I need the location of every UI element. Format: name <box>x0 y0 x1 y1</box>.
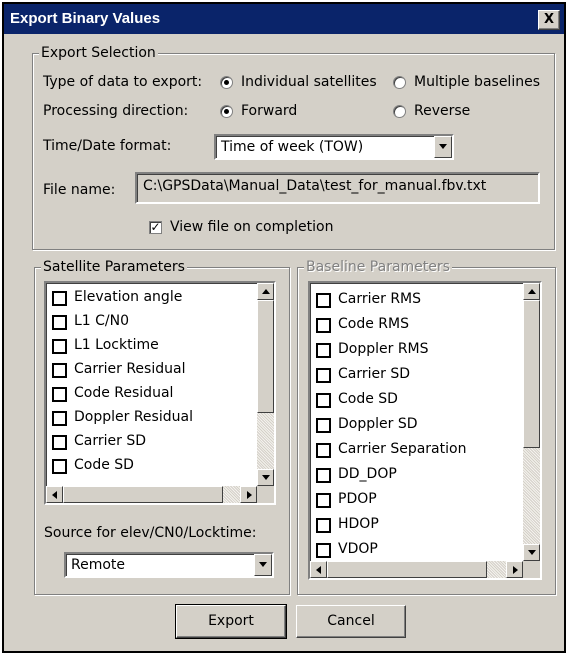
time-format-label: Time/Date format: <box>43 138 172 154</box>
radio-forward[interactable] <box>220 105 233 118</box>
file-name-label: File name: <box>43 182 116 198</box>
file-name-field[interactable]: C:\GPSData\Manual_Data\test_for_manual.f… <box>135 172 540 204</box>
scroll-right-icon[interactable] <box>240 486 257 503</box>
checkbox[interactable] <box>316 393 331 408</box>
radio-individual-satellites[interactable] <box>220 76 233 89</box>
checkbox[interactable] <box>316 443 331 458</box>
checkbox[interactable] <box>316 293 331 308</box>
scroll-down-icon[interactable] <box>523 544 540 561</box>
h-scroll-thumb[interactable] <box>327 561 487 578</box>
checkbox[interactable] <box>52 411 67 426</box>
checkbox[interactable] <box>52 339 67 354</box>
checkbox[interactable] <box>316 543 331 558</box>
checkbox[interactable] <box>316 343 331 358</box>
time-format-value: Time of week (TOW) <box>221 139 364 155</box>
close-button[interactable]: X <box>538 10 560 30</box>
satellite-parameters-legend: Satellite Parameters <box>41 259 187 275</box>
baseline-parameters-list[interactable]: Carrier RMS Code RMS Doppler RMS Carrier… <box>308 281 542 580</box>
view-file-label[interactable]: View file on completion <box>170 219 333 235</box>
close-icon: X <box>543 12 555 27</box>
checkbox[interactable] <box>316 468 331 483</box>
chevron-down-icon[interactable] <box>434 136 452 158</box>
source-value: Remote <box>71 557 126 573</box>
radio-individual-satellites-label[interactable]: Individual satellites <box>241 74 377 90</box>
satellite-parameters-list[interactable]: Elevation angle L1 C/N0 L1 Locktime Carr… <box>44 281 276 505</box>
cancel-button[interactable]: Cancel <box>296 605 406 638</box>
checkbox[interactable] <box>316 418 331 433</box>
export-dialog: Export Binary Values X Export Selection … <box>2 2 566 653</box>
scroll-thumb[interactable] <box>523 300 540 448</box>
direction-label: Processing direction: <box>43 103 189 119</box>
scroll-corner <box>523 561 540 578</box>
export-button[interactable]: Export <box>175 604 287 639</box>
checkbox[interactable] <box>316 493 331 508</box>
chevron-down-icon[interactable] <box>254 554 272 576</box>
source-select[interactable]: Remote <box>64 552 274 578</box>
file-name-value: C:\GPSData\Manual_Data\test_for_manual.f… <box>143 178 487 194</box>
type-label: Type of data to export: <box>43 74 203 90</box>
view-file-checkbox[interactable]: ✓ <box>149 221 162 234</box>
radio-reverse[interactable] <box>393 105 406 118</box>
checkbox[interactable] <box>316 518 331 533</box>
scroll-thumb[interactable] <box>257 300 274 413</box>
checkbox[interactable] <box>52 291 67 306</box>
scroll-up-icon[interactable] <box>523 283 540 300</box>
time-format-select[interactable]: Time of week (TOW) <box>214 134 454 160</box>
radio-reverse-label[interactable]: Reverse <box>414 103 470 119</box>
checkbox[interactable] <box>52 315 67 330</box>
export-selection-legend: Export Selection <box>39 45 158 61</box>
scroll-corner <box>257 486 274 503</box>
scroll-left-icon[interactable] <box>310 561 327 578</box>
radio-forward-label[interactable]: Forward <box>241 103 297 119</box>
checkbox[interactable] <box>52 435 67 450</box>
scroll-left-icon[interactable] <box>46 486 63 503</box>
radio-multiple-baselines-label[interactable]: Multiple baselines <box>414 74 540 90</box>
checkmark-icon: ✓ <box>150 220 161 234</box>
checkbox[interactable] <box>316 318 331 333</box>
dialog-title: Export Binary Values <box>10 10 161 27</box>
scroll-up-icon[interactable] <box>257 283 274 300</box>
h-scroll-thumb[interactable] <box>63 486 223 503</box>
title-bar[interactable]: Export Binary Values X <box>4 4 564 34</box>
scroll-down-icon[interactable] <box>257 469 274 486</box>
checkbox[interactable] <box>52 387 67 402</box>
checkbox[interactable] <box>52 363 67 378</box>
radio-multiple-baselines[interactable] <box>393 76 406 89</box>
baseline-parameters-legend: Baseline Parameters <box>304 259 452 275</box>
source-label: Source for elev/CN0/Locktime: <box>44 525 257 541</box>
checkbox[interactable] <box>316 368 331 383</box>
scroll-right-icon[interactable] <box>506 561 523 578</box>
checkbox[interactable] <box>52 459 67 474</box>
